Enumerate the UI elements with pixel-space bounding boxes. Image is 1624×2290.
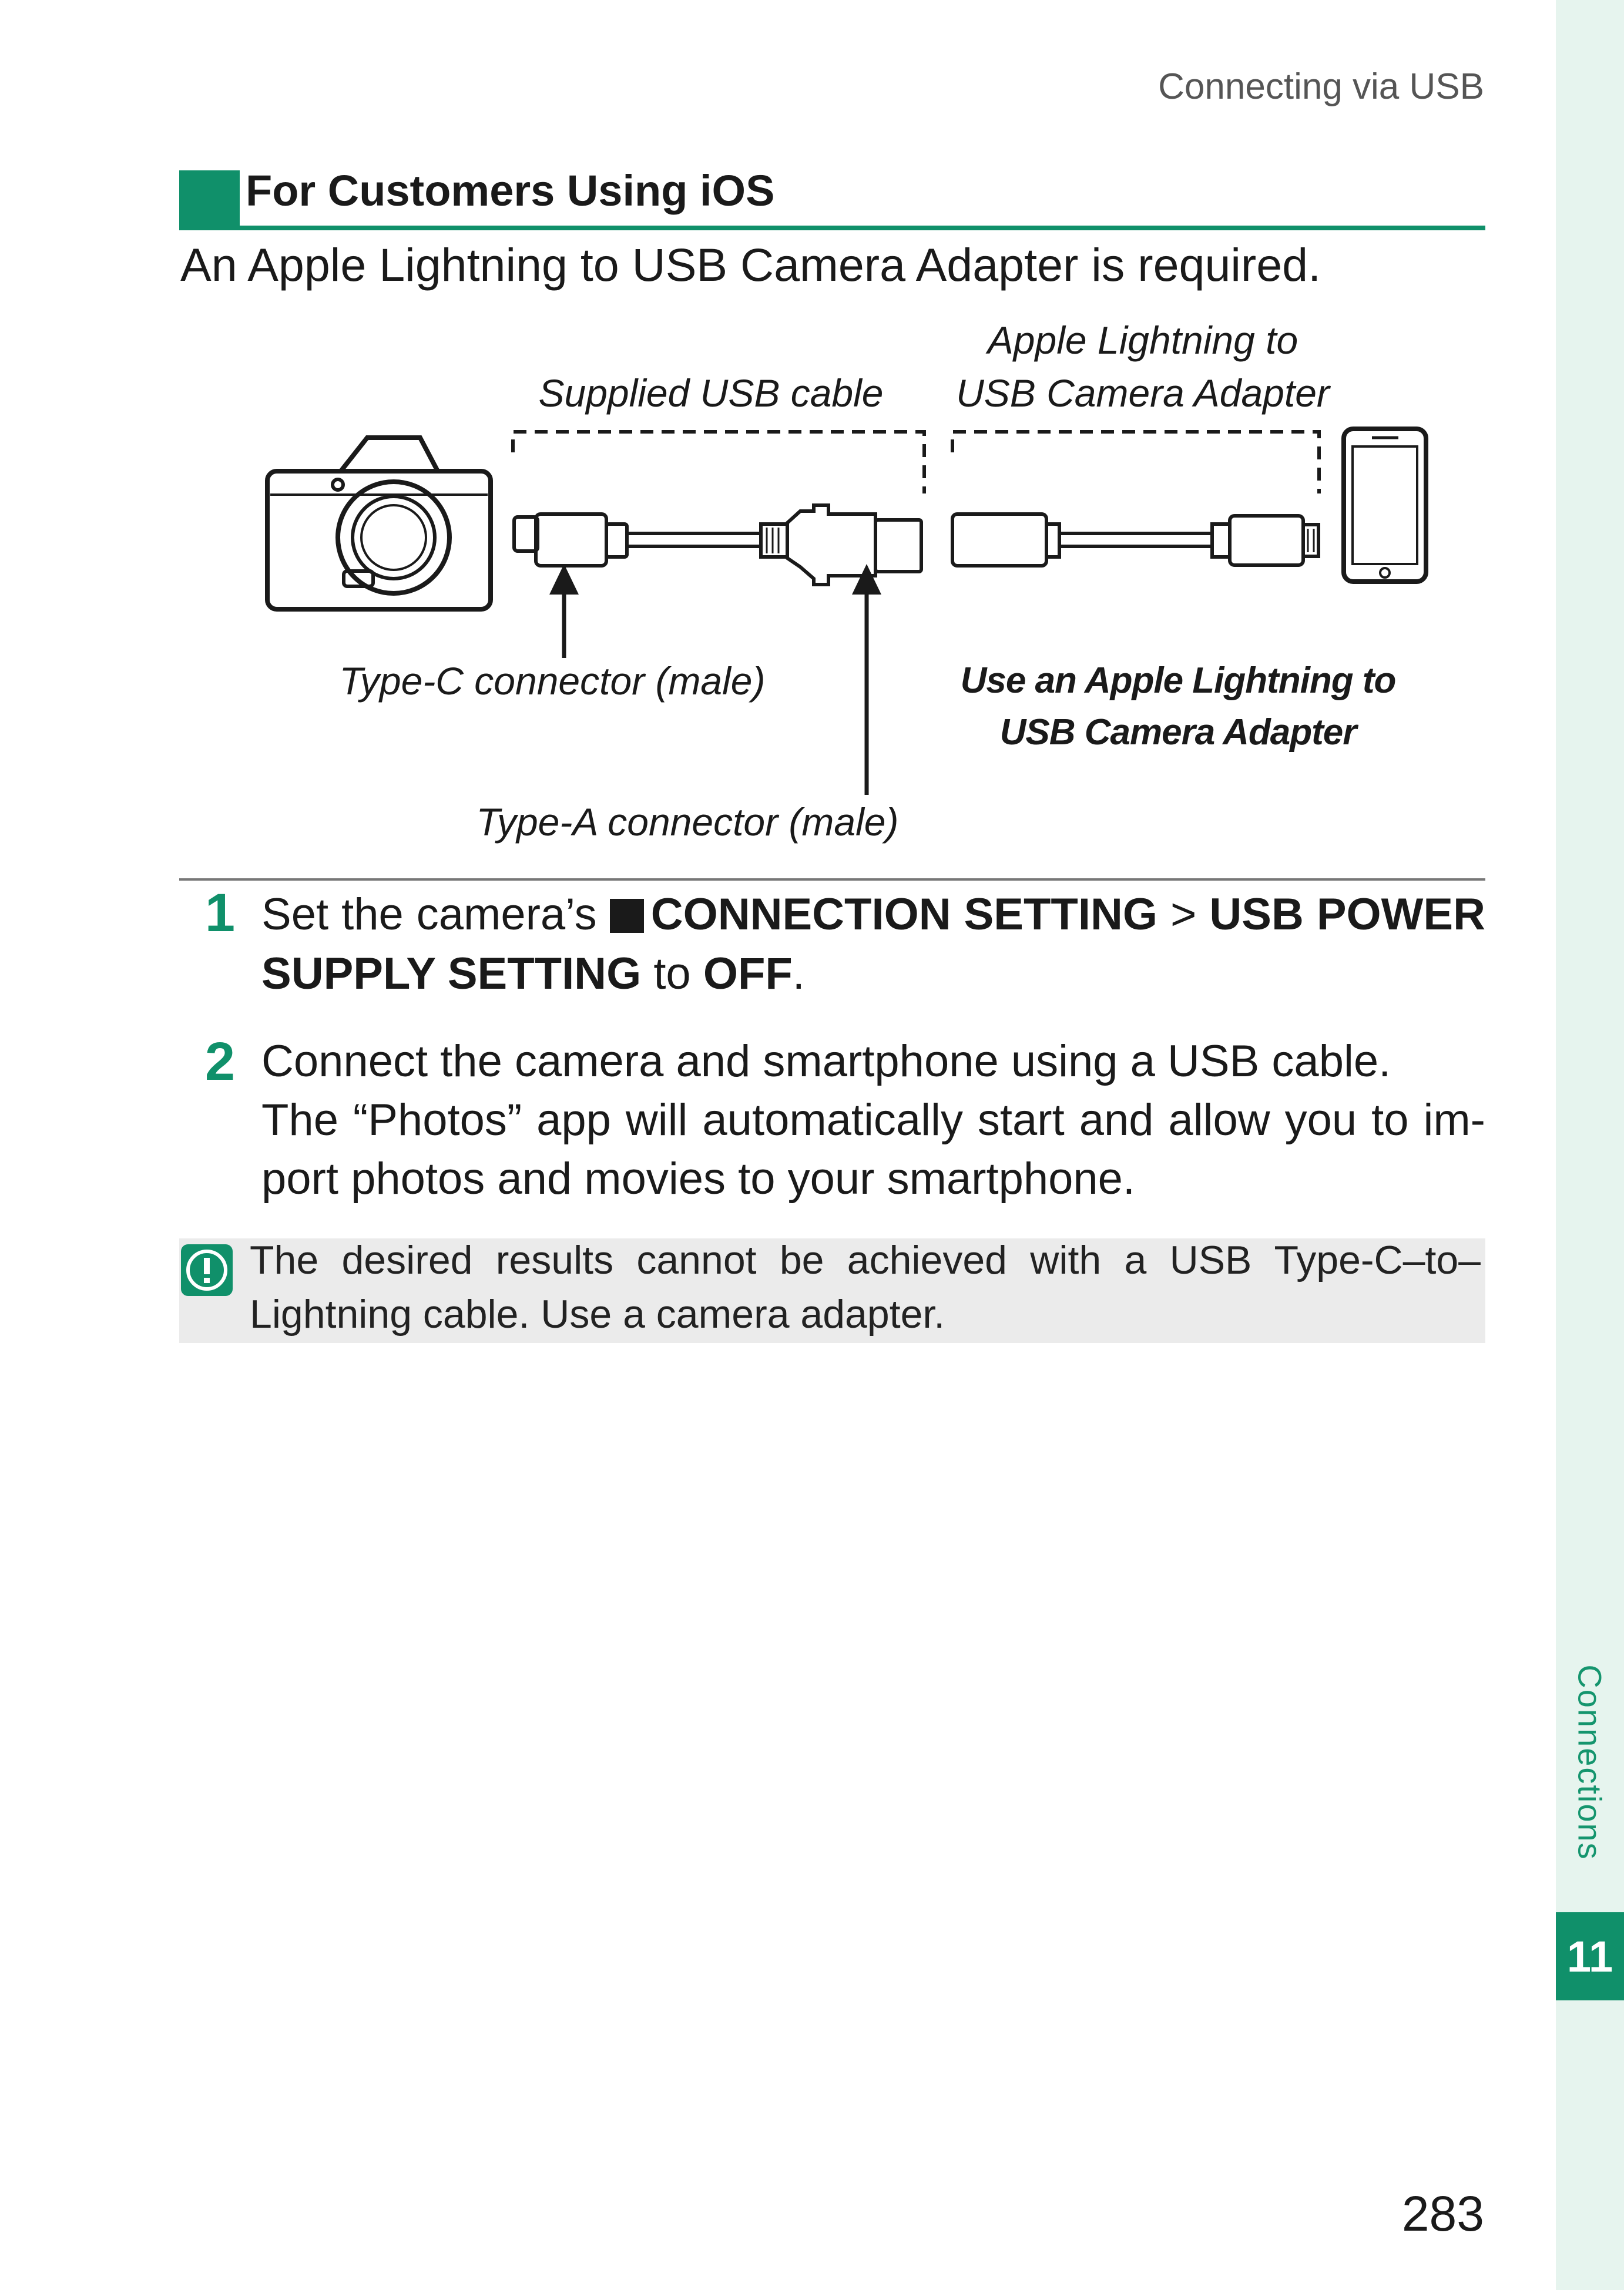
note-line1: The desired results cannot be achieved w…: [250, 1238, 1481, 1282]
diagram-drawing: [265, 427, 1428, 795]
menu-supply-setting: SUPPLY SETTING: [261, 949, 642, 999]
menu-connection-setting: CONNECTION SETTING: [650, 889, 1157, 939]
label-typea: Type-A connector (male): [476, 800, 899, 844]
section-title: For Customers Using iOS: [246, 166, 775, 215]
section-rule: [179, 226, 1485, 230]
running-head: Connecting via USB: [1158, 66, 1484, 107]
connection-setting-icon: [609, 899, 644, 933]
chapter-tab[interactable]: 11: [1556, 1912, 1624, 2000]
connection-diagram: Supplied USB cable Apple Lightning to US…: [0, 305, 1624, 869]
step-1-number: 1: [204, 883, 235, 943]
camera-adapter-icon: [951, 512, 1320, 568]
caution-icon: [181, 1244, 233, 1296]
section-marker: [179, 170, 240, 226]
step-2-line2: The “Photos” app will automatically star…: [261, 1095, 1485, 1145]
label-use-adapter-line1: Use an Apple Lightning to: [960, 660, 1397, 701]
bracket-adapter: [951, 430, 1321, 493]
divider: [179, 878, 1485, 881]
section-tab-label: Connections: [1571, 1664, 1609, 1861]
intro-text: An Apple Lightning to USB Camera Adapter…: [180, 239, 1321, 291]
bracket-cable: [511, 430, 926, 493]
label-use-adapter-line2: USB Camera Adapter: [999, 712, 1357, 753]
label-typec: Type-C connector (male): [339, 659, 766, 703]
step-2-line1: Connect the camera and smartphone using …: [261, 1036, 1391, 1086]
typec-plug-icon: [512, 512, 629, 568]
value-off: OFF: [703, 949, 793, 999]
step-1-line2: SUPPLY SETTING to OFF.: [261, 949, 805, 999]
note-text: The desired results cannot be achieved w…: [250, 1234, 1481, 1342]
step-2-number: 2: [204, 1032, 235, 1092]
menu-usb-power: USB POWER: [1209, 889, 1485, 939]
typea-plug-icon: [759, 503, 923, 586]
camera-icon: [265, 435, 493, 612]
step-1-line1: Set the camera’s CONNECTION SETTING > US…: [261, 889, 1485, 939]
page-number: 283: [1401, 2186, 1484, 2241]
step-2-line3: port photos and movies to your smartphon…: [261, 1154, 1136, 1204]
note-line2: Lightning cable. Use a camera adapter.: [250, 1291, 945, 1337]
smartphone-icon: [1341, 427, 1428, 584]
